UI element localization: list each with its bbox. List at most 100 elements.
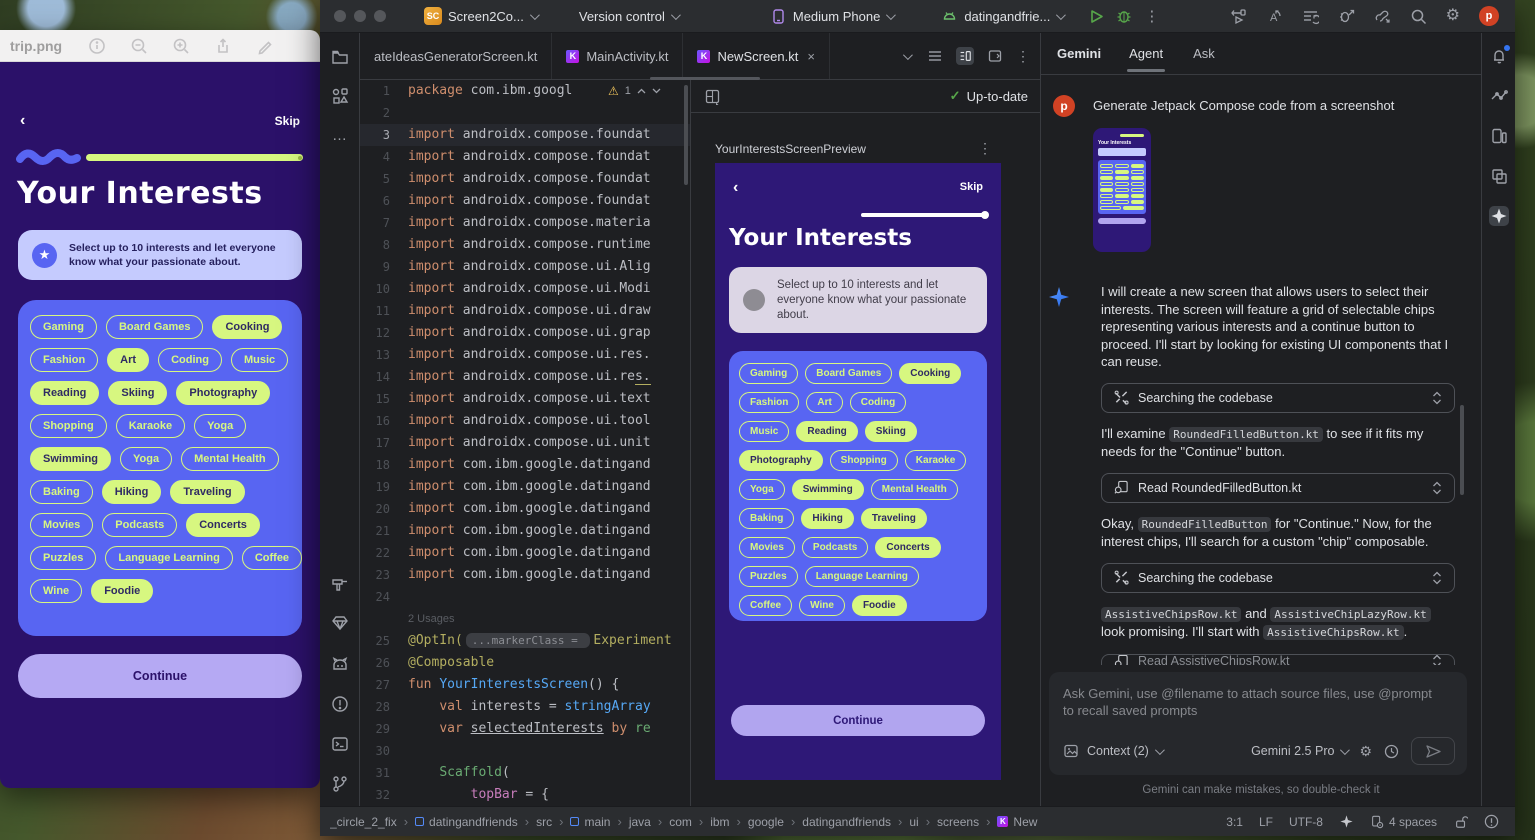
code-editor[interactable]: 1package com.ibm.googl⚠123import android… bbox=[360, 80, 690, 806]
breadcrumb-item[interactable]: datingandfriends bbox=[415, 815, 518, 829]
info-icon[interactable] bbox=[88, 37, 106, 55]
code-line[interactable]: 9import androidx.compose.ui.Alig bbox=[360, 256, 690, 278]
split-editor-preview-icon[interactable] bbox=[956, 47, 974, 65]
code-line[interactable]: 18import com.ibm.google.datingand bbox=[360, 454, 690, 476]
interest-chip-yoga[interactable]: Yoga bbox=[120, 447, 172, 471]
zoom-in-icon[interactable] bbox=[172, 37, 190, 55]
gemini-input-box[interactable]: Ask Gemini, use @filename to attach sour… bbox=[1049, 672, 1467, 775]
tab-dateideasgeneratorscreen[interactable]: ateIdeasGeneratorScreen.kt bbox=[360, 33, 552, 79]
preview-kebab-icon[interactable]: ⋮ bbox=[978, 140, 992, 157]
interest-chip-mental-health[interactable]: Mental Health bbox=[871, 479, 958, 500]
code-line[interactable]: 8import androidx.compose.runtime bbox=[360, 234, 690, 256]
interest-chip-shopping[interactable]: Shopping bbox=[30, 414, 107, 438]
breadcrumb-item[interactable]: ibm bbox=[710, 815, 729, 829]
code-line[interactable]: 29 var selectedInterests by re bbox=[360, 718, 690, 740]
inspection-status-icon[interactable] bbox=[1484, 814, 1499, 829]
interest-chip-fashion[interactable]: Fashion bbox=[739, 392, 799, 413]
hidden-tabs-chevron-icon[interactable] bbox=[903, 50, 913, 60]
interest-chip-coding[interactable]: Coding bbox=[850, 392, 906, 413]
context-selector[interactable]: Context (2) bbox=[1087, 744, 1162, 758]
interest-chip-concerts[interactable]: Concerts bbox=[186, 513, 260, 537]
attach-debugger-icon[interactable] bbox=[1338, 8, 1355, 25]
breadcrumb-item[interactable]: java bbox=[629, 815, 651, 829]
search-everywhere-icon[interactable] bbox=[1410, 8, 1427, 25]
interest-chip-shopping[interactable]: Shopping bbox=[830, 450, 898, 471]
interest-chip-gaming[interactable]: Gaming bbox=[30, 315, 97, 339]
code-line[interactable]: 23import com.ibm.google.datingand bbox=[360, 564, 690, 586]
code-line[interactable]: 17import androidx.compose.ui.unit bbox=[360, 432, 690, 454]
interest-chip-language-learning[interactable]: Language Learning bbox=[805, 566, 919, 587]
code-line[interactable]: 32 topBar = { bbox=[360, 784, 690, 806]
tab-agent[interactable]: Agent bbox=[1127, 35, 1165, 72]
breadcrumb-item[interactable]: screens bbox=[937, 815, 979, 829]
interest-chip-podcasts[interactable]: Podcasts bbox=[102, 513, 177, 537]
window-controls[interactable] bbox=[334, 10, 394, 22]
interest-chip-language-learning[interactable]: Language Learning bbox=[105, 546, 232, 570]
interest-chip-skiing[interactable]: Skiing bbox=[108, 381, 167, 405]
code-line[interactable]: 13import androidx.compose.ui.res. bbox=[360, 344, 690, 366]
attach-image-icon[interactable] bbox=[1063, 743, 1079, 759]
interest-chip-foodie[interactable]: Foodie bbox=[91, 579, 153, 603]
tool-call-row[interactable]: Searching the codebase bbox=[1101, 563, 1455, 593]
interest-chip-gaming[interactable]: Gaming bbox=[739, 363, 798, 384]
interest-chip-photography[interactable]: Photography bbox=[739, 450, 823, 471]
gemini-settings-icon[interactable]: ⚙ bbox=[1359, 743, 1372, 759]
gemini-toolwindow-icon[interactable] bbox=[1489, 206, 1509, 226]
editor-kebab-icon[interactable]: ⋮ bbox=[1016, 48, 1030, 65]
code-line[interactable]: 14import androidx.compose.ui.res. bbox=[360, 366, 690, 388]
interest-chip-traveling[interactable]: Traveling bbox=[861, 508, 927, 529]
code-line[interactable]: 15import androidx.compose.ui.text bbox=[360, 388, 690, 410]
notifications-bell-icon[interactable] bbox=[1489, 46, 1509, 66]
breadcrumb-item[interactable]: src bbox=[536, 815, 552, 829]
interest-chip-reading[interactable]: Reading bbox=[30, 381, 99, 405]
code-line[interactable]: 3import androidx.compose.foundat bbox=[360, 124, 690, 146]
code-line[interactable]: 19import com.ibm.google.datingand bbox=[360, 476, 690, 498]
interest-chip-traveling[interactable]: Traveling bbox=[170, 480, 244, 504]
chat-scrollbar[interactable] bbox=[1460, 405, 1464, 495]
code-line[interactable]: 20import com.ibm.google.datingand bbox=[360, 498, 690, 520]
gemini-status-icon[interactable] bbox=[1339, 814, 1354, 829]
tool-call-row[interactable]: Read RoundedFilledButton.kt bbox=[1101, 473, 1455, 503]
interest-chip-cooking[interactable]: Cooking bbox=[212, 315, 282, 339]
apply-changes-icon[interactable] bbox=[1230, 8, 1247, 25]
more-tool-windows-icon[interactable]: … bbox=[330, 125, 350, 145]
maximize-window-icon[interactable] bbox=[374, 10, 386, 22]
interest-chip-karaoke[interactable]: Karaoke bbox=[116, 414, 185, 438]
interest-chip-coffee[interactable]: Coffee bbox=[242, 546, 302, 570]
build-tool-icon[interactable] bbox=[330, 573, 350, 593]
inspection-widget[interactable]: ⚠1 bbox=[608, 80, 661, 102]
code-line[interactable]: 22import com.ibm.google.datingand bbox=[360, 542, 690, 564]
interest-chip-coffee[interactable]: Coffee bbox=[739, 595, 792, 616]
breadcrumb-item[interactable]: main bbox=[570, 815, 610, 829]
run-button[interactable] bbox=[1089, 9, 1104, 24]
interest-chip-movies[interactable]: Movies bbox=[30, 513, 93, 537]
more-actions-kebab[interactable]: ⋮ bbox=[1144, 7, 1159, 25]
expand-collapse-icon[interactable] bbox=[1432, 481, 1442, 495]
breadcrumb-item[interactable]: com bbox=[669, 815, 692, 829]
interest-chip-skiing[interactable]: Skiing bbox=[865, 421, 917, 442]
indent-widget[interactable]: 4 spaces bbox=[1370, 815, 1437, 829]
interest-chip-photography[interactable]: Photography bbox=[176, 381, 270, 405]
code-line[interactable]: 25@OptIn(...markerClass = Experiment bbox=[360, 630, 690, 652]
code-line[interactable]: 28 val interests = stringArray bbox=[360, 696, 690, 718]
unlocked-icon[interactable] bbox=[1453, 814, 1468, 829]
code-line[interactable]: 26@Composable bbox=[360, 652, 690, 674]
interest-chip-board-games[interactable]: Board Games bbox=[805, 363, 892, 384]
code-line[interactable]: 7import androidx.compose.materia bbox=[360, 212, 690, 234]
prev-warning-icon[interactable] bbox=[637, 88, 646, 94]
resource-manager-icon[interactable] bbox=[330, 86, 350, 106]
tab-newscreen[interactable]: KNewScreen.kt× bbox=[683, 33, 830, 79]
preview-only-icon[interactable] bbox=[986, 47, 1004, 65]
code-line[interactable]: 4import androidx.compose.foundat bbox=[360, 146, 690, 168]
editor-list-icon[interactable] bbox=[926, 47, 944, 65]
caret-position[interactable]: 3:1 bbox=[1226, 815, 1243, 829]
zoom-out-icon[interactable] bbox=[130, 37, 148, 55]
profile-avatar[interactable]: p bbox=[1479, 6, 1499, 26]
device-selector[interactable]: Medium Phone bbox=[770, 8, 893, 25]
interest-chip-fashion[interactable]: Fashion bbox=[30, 348, 98, 372]
code-line[interactable]: 5import androidx.compose.foundat bbox=[360, 168, 690, 190]
markup-pencil-icon[interactable] bbox=[256, 37, 274, 55]
code-line[interactable]: 21import com.ibm.google.datingand bbox=[360, 520, 690, 542]
vcs-widget[interactable]: Version control bbox=[579, 9, 678, 24]
minimize-window-icon[interactable] bbox=[354, 10, 366, 22]
